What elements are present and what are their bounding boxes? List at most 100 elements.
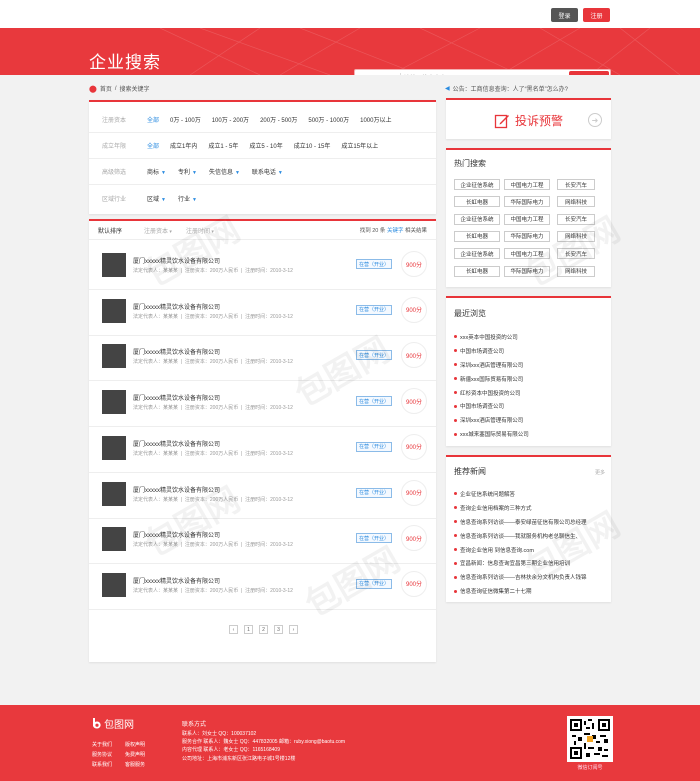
- rep-label: 法定代表人：: [133, 587, 164, 594]
- filter-option[interactable]: 0万 - 100万: [170, 115, 201, 124]
- recent-item[interactable]: 新疆xxx国际贸易有限公司: [454, 372, 529, 386]
- hot-search-tag[interactable]: 长安汽车: [557, 213, 595, 225]
- hot-search-tag[interactable]: 中国电力工程: [504, 179, 550, 190]
- news-item[interactable]: 信息查询征信微集第二十七期: [454, 584, 587, 598]
- footer-link[interactable]: 关于我们: [92, 740, 125, 750]
- page-button[interactable]: 1: [244, 625, 253, 634]
- filter-option[interactable]: 1000万以上: [360, 115, 391, 124]
- footer-link[interactable]: 联系我们: [92, 760, 125, 770]
- company-list-item[interactable]: 厦门xxxxx精灵饮水设备有限公司 法定代表人：某某某 | 注册资本：200万人民…: [89, 520, 436, 565]
- filter-dropdown[interactable]: 行业 ▼: [178, 194, 197, 203]
- hot-search-tag[interactable]: 网络科技: [557, 196, 595, 208]
- footer-link[interactable]: 客服服务: [125, 760, 155, 770]
- news-item-label: 信息查询系列访谈——泰安绿苗征信有限公司总经理: [460, 519, 587, 526]
- sort-capital[interactable]: 注册资本 ▾: [144, 226, 172, 235]
- recent-item[interactable]: 深圳xxx酒店管理有限公司: [454, 413, 529, 427]
- hot-search-tag[interactable]: 长安汽车: [557, 179, 595, 190]
- recent-item[interactable]: 深圳xxx酒店管理有限公司: [454, 358, 529, 372]
- hot-search-tag[interactable]: 中国电力工程: [504, 213, 550, 225]
- hot-search-tag[interactable]: 企业征信系统: [454, 213, 500, 225]
- company-name[interactable]: 厦门xxxxx精灵饮水设备有限公司: [133, 302, 220, 311]
- filter-option[interactable]: 成立10 - 15年: [294, 141, 331, 150]
- filter-option[interactable]: 成立15年以上: [341, 141, 378, 150]
- news-item[interactable]: 信息查询系列访谈——我就服务机构老总聊信生、: [454, 529, 587, 543]
- news-item[interactable]: 信息查询系列访谈——吉林扶余分文机构负责人钱锦: [454, 570, 587, 584]
- company-list-item[interactable]: 厦门xxxxx精灵饮水设备有限公司 法定代表人：某某某 | 注册资本：200万人民…: [89, 475, 436, 519]
- search-type-select[interactable]: 企业名称▼: [355, 70, 400, 75]
- footer-link[interactable]: 服务协议: [92, 750, 125, 760]
- recent-item[interactable]: 中国市场调查公司: [454, 344, 529, 358]
- hot-search-tag[interactable]: 华际国际电力: [504, 265, 550, 277]
- company-list-item[interactable]: 厦门xxxxx精灵饮水设备有限公司 法定代表人：某某某 | 注册资本：200万人民…: [89, 429, 436, 473]
- login-button[interactable]: 登录: [551, 8, 578, 22]
- footer-logo[interactable]: 包图网: [92, 716, 134, 731]
- recent-item[interactable]: 红杉资本中国投资的公司: [454, 386, 529, 400]
- filter-option[interactable]: 100万 - 200万: [212, 115, 249, 124]
- company-list-item[interactable]: 厦门xxxxx精灵饮水设备有限公司 法定代表人：某某某 | 注册资本：200万人民…: [89, 292, 436, 336]
- notice-bar[interactable]: ◀ 公告：工商信息查询：人了“黑名单”怎么办?: [445, 84, 568, 93]
- news-more-link[interactable]: 更多: [595, 469, 605, 476]
- filter-dropdown[interactable]: 失信信息 ▼: [209, 167, 240, 176]
- hot-search-tag[interactable]: 网络科技: [557, 265, 595, 277]
- notice-text[interactable]: 公告：工商信息查询：人了“黑名单”怎么办?: [453, 84, 568, 93]
- news-item[interactable]: 查询企业信用档案的三种方式: [454, 501, 587, 515]
- filter-dropdown[interactable]: 区域 ▼: [147, 194, 166, 203]
- company-list-item[interactable]: 厦门xxxxx精灵饮水设备有限公司 法定代表人：某某某 | 注册资本：200万人民…: [89, 566, 436, 610]
- recent-item[interactable]: xxx城来塞国际贸易有限公司: [454, 427, 529, 441]
- filter-option[interactable]: 500万 - 1000万: [308, 115, 349, 124]
- hot-search-tag[interactable]: 长虹电器: [454, 265, 500, 277]
- register-button[interactable]: 注册: [583, 8, 610, 22]
- footer-link[interactable]: 免费声明: [125, 750, 155, 760]
- filter-dropdown[interactable]: 专利 ▼: [178, 167, 197, 176]
- company-list-item[interactable]: 厦门xxxxx精灵饮水设备有限公司 法定代表人：某某某 | 注册资本：200万人民…: [89, 246, 436, 290]
- complaint-warning-card[interactable]: 投诉预警 ➜: [446, 98, 611, 139]
- page-button[interactable]: 2: [259, 625, 268, 634]
- filter-option[interactable]: 成立5 - 10年: [249, 141, 282, 150]
- sort-default[interactable]: 默认排序: [98, 226, 122, 235]
- page-button[interactable]: 3: [274, 625, 283, 634]
- company-name[interactable]: 厦门xxxxx精灵饮水设备有限公司: [133, 256, 220, 265]
- capital-label: 注册资本：: [184, 587, 210, 594]
- footer-link[interactable]: 版权声明: [125, 740, 155, 750]
- company-name[interactable]: 厦门xxxxx精灵饮水设备有限公司: [133, 347, 220, 356]
- filter-dropdown[interactable]: 联系电话 ▼: [252, 167, 283, 176]
- company-name[interactable]: 厦门xxxxx精灵饮水设备有限公司: [133, 485, 220, 494]
- hot-search-tag[interactable]: 中国电力工程: [504, 248, 550, 260]
- filter-option[interactable]: 全部: [147, 115, 159, 124]
- company-name[interactable]: 厦门xxxxx精灵饮水设备有限公司: [133, 530, 220, 539]
- filter-dropdown[interactable]: 商标 ▼: [147, 167, 166, 176]
- caret-down-icon: ▼: [191, 170, 197, 176]
- news-item[interactable]: 企业征信系统问题解答: [454, 487, 587, 501]
- filter-option[interactable]: 成立1 - 5年: [208, 141, 238, 150]
- hot-search-tag[interactable]: 网络科技: [557, 230, 595, 242]
- news-item-label: 宜昌新闻：信息查询宜昌第三期企业信用培训: [460, 561, 571, 568]
- hot-search-tag[interactable]: 企业征信系统: [454, 179, 500, 190]
- company-list-item[interactable]: 厦门xxxxx精灵饮水设备有限公司 法定代表人：某某某 | 注册资本：200万人民…: [89, 337, 436, 382]
- date-label: 注册时间：: [245, 313, 271, 320]
- hot-search-tag[interactable]: 长虹电器: [454, 230, 500, 242]
- hot-search-tag[interactable]: 企业征信系统: [454, 248, 500, 260]
- company-name[interactable]: 厦门xxxxx精灵饮水设备有限公司: [133, 439, 220, 448]
- news-item[interactable]: 信息查询系列访谈——泰安绿苗征信有限公司总经理: [454, 515, 587, 529]
- filter-option[interactable]: 200万 - 500万: [260, 115, 297, 124]
- hot-search-tag[interactable]: 长虹电器: [454, 196, 500, 208]
- hot-search-tag[interactable]: 华际国际电力: [504, 196, 550, 208]
- recent-item[interactable]: 中国市场调查公司: [454, 399, 529, 413]
- filter-option[interactable]: 成立1年内: [170, 141, 197, 150]
- filter-option[interactable]: 全部: [147, 141, 159, 150]
- company-name[interactable]: 厦门xxxxx精灵饮水设备有限公司: [133, 576, 220, 585]
- company-name[interactable]: 厦门xxxxx精灵饮水设备有限公司: [133, 393, 220, 402]
- sort-date[interactable]: 注册时间 ▾: [186, 226, 214, 235]
- news-item[interactable]: 查询企业信用 到信息查询.com: [454, 543, 587, 557]
- hot-search-tag[interactable]: 长安汽车: [557, 248, 595, 260]
- search-button[interactable]: 搜索: [569, 71, 609, 75]
- news-item[interactable]: 宜昌新闻：信息查询宜昌第三期企业信用培训: [454, 556, 587, 570]
- next-page-button[interactable]: ›: [289, 625, 298, 634]
- arrow-right-icon[interactable]: ➜: [588, 113, 602, 127]
- prev-page-button[interactable]: ‹: [229, 625, 238, 634]
- breadcrumb-home[interactable]: 首页: [100, 84, 112, 93]
- recent-item[interactable]: xxx英本中国投资的公司: [454, 330, 529, 344]
- hot-search-tag[interactable]: 华际国际电力: [504, 230, 550, 242]
- search-input[interactable]: [400, 73, 565, 75]
- company-list-item[interactable]: 厦门xxxxx精灵饮水设备有限公司 法定代表人：某某某 | 注册资本：200万人民…: [89, 383, 436, 428]
